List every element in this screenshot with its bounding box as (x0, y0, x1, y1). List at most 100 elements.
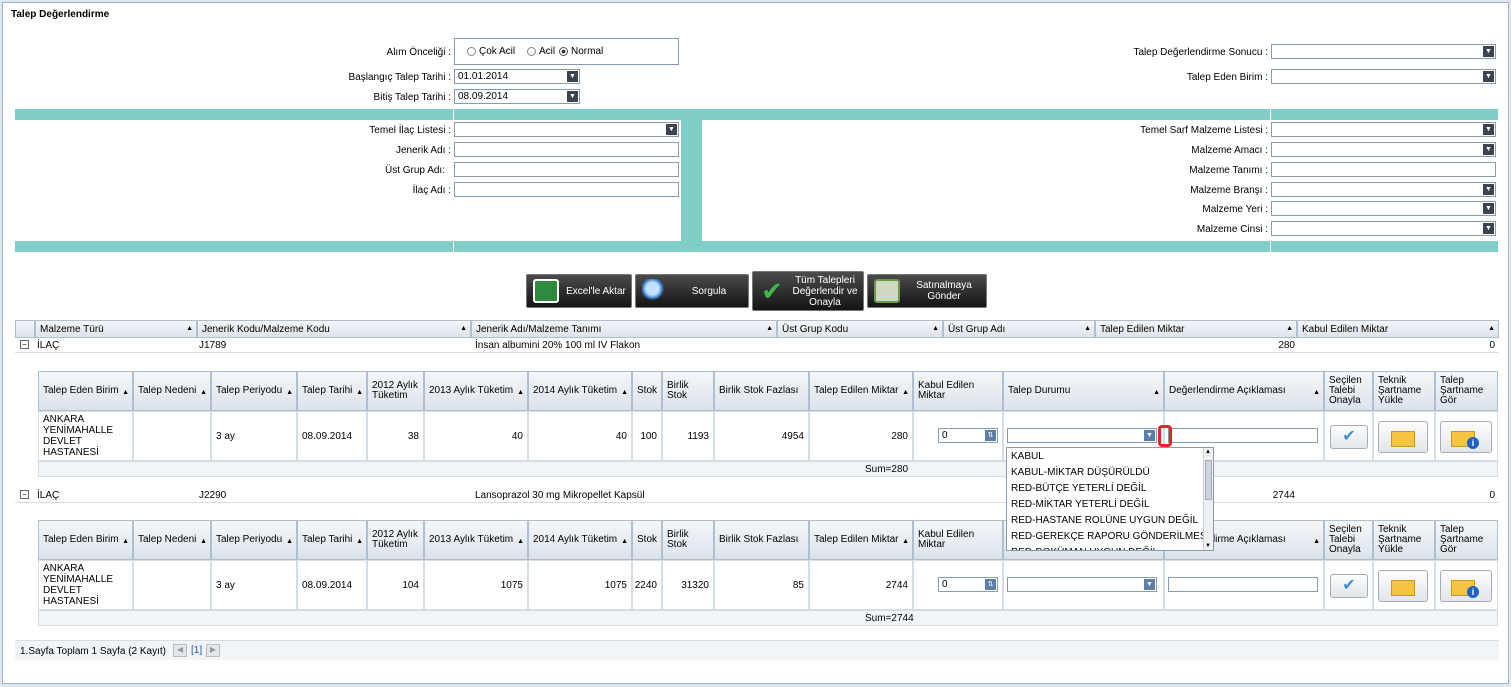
view-folder-info-icon[interactable]: i (1440, 421, 1492, 453)
detail-col-15[interactable]: Teknik Şartname Yükle (1373, 371, 1435, 411)
eden-birim-select[interactable]: ▼ (1271, 69, 1496, 84)
detail-col-9[interactable]: Birlik Stok Fazlası (714, 520, 809, 560)
bitis-date-field[interactable]: 08.09.2014 ▼ (454, 89, 580, 104)
degerlendirme-aciklama-input[interactable] (1168, 577, 1318, 592)
scrollbar[interactable]: ▲ ▼ (1203, 448, 1213, 550)
detail-col-6[interactable]: 2014 Aylık Tüketim ▲ (528, 371, 632, 411)
kabul-miktar-stepper[interactable]: 0 ⇅ (938, 577, 998, 592)
detail-cell-11[interactable]: 0 ⇅ (913, 560, 1003, 610)
malzeme-amaci-select[interactable]: ▼ (1271, 142, 1496, 157)
detail-col-11[interactable]: Kabul Edilen Miktar (913, 520, 1003, 560)
detail-cell-14[interactable]: ✔ (1324, 560, 1373, 610)
detail-cell-15[interactable] (1373, 411, 1435, 461)
detail-col-6[interactable]: 2014 Aylık Tüketim ▲ (528, 520, 632, 560)
collapse-icon[interactable]: − (20, 490, 29, 499)
stepper-icon[interactable]: ⇅ (985, 579, 996, 590)
dropdown-option[interactable]: RED-BÜTÇE YETERLİ DEĞİL (1007, 481, 1203, 497)
detail-cell-13[interactable] (1164, 560, 1324, 610)
detail-cell-16[interactable]: i (1435, 411, 1498, 461)
scroll-down-icon[interactable]: ▼ (1205, 543, 1211, 549)
temel-sarf-select[interactable]: ▼ (1271, 122, 1496, 137)
next-page-icon[interactable]: ▶ (206, 644, 220, 657)
col-jenerik-adi[interactable]: Jenerik Adı/Malzeme Tanımı ▲ (471, 320, 777, 338)
prev-page-icon[interactable]: ◀ (173, 644, 187, 657)
dropdown-option[interactable]: RED-MİKTAR YETERLİ DEĞİL (1007, 497, 1203, 513)
dropdown-option[interactable]: RED-HASTANE ROLÜNE UYGUN DEĞİL (1007, 513, 1203, 529)
collapse-icon[interactable]: − (20, 340, 29, 349)
detail-col-5[interactable]: 2013 Aylık Tüketim ▲ (424, 371, 528, 411)
detail-cell-11[interactable]: 0 ⇅ (913, 411, 1003, 461)
upload-folder-icon[interactable] (1378, 570, 1428, 602)
detail-col-16[interactable]: Talep Şartname Gör (1435, 371, 1498, 411)
detail-cell-14[interactable]: ✔ (1324, 411, 1373, 461)
detail-col-3[interactable]: Talep Tarihi ▲ (297, 371, 367, 411)
detail-col-14[interactable]: Seçilen Talebi Onayla (1324, 371, 1373, 411)
dropdown-option[interactable]: RED-DOKÜMAN UYGUN DEĞİL (1007, 545, 1203, 550)
detail-col-8[interactable]: Birlik Stok (662, 371, 714, 411)
malzeme-tanimi-input[interactable] (1271, 162, 1496, 177)
calendar-icon[interactable]: ▼ (567, 71, 578, 82)
malzeme-yeri-select[interactable]: ▼ (1271, 201, 1496, 216)
approve-check-icon[interactable]: ✔ (1330, 574, 1368, 598)
detail-col-5[interactable]: 2013 Aylık Tüketim ▲ (424, 520, 528, 560)
detail-col-2[interactable]: Talep Periyodu ▲ (211, 371, 297, 411)
detail-col-0[interactable]: Talep Eden Birim ▲ (38, 371, 133, 411)
jenerik-input[interactable] (454, 142, 679, 157)
upload-folder-icon[interactable] (1378, 421, 1428, 453)
detail-col-10[interactable]: Talep Edilen Miktar ▲ (809, 520, 913, 560)
detail-col-0[interactable]: Talep Eden Birim ▲ (38, 520, 133, 560)
view-folder-info-icon[interactable]: i (1440, 570, 1492, 602)
detail-col-9[interactable]: Birlik Stok Fazlası (714, 371, 809, 411)
talep-durumu-dropdown-list[interactable]: KABUL KABUL-MİKTAR DÜŞÜRÜLDÜ RED-BÜTÇE YET… (1006, 447, 1214, 551)
stepper-icon[interactable]: ⇅ (985, 430, 996, 441)
talep-durumu-select[interactable]: ▼ (1007, 428, 1157, 443)
detail-cell-12[interactable]: ▼ (1003, 560, 1164, 610)
page-number-link[interactable]: [1] (191, 645, 202, 656)
col-kabul-edilen[interactable]: Kabul Edilen Miktar ▲ (1297, 320, 1499, 338)
detail-cell-16[interactable]: i (1435, 560, 1498, 610)
radio-normal[interactable]: Normal (559, 46, 603, 57)
detail-col-8[interactable]: Birlik Stok (662, 520, 714, 560)
detail-col-12[interactable]: Talep Durumu▲ (1003, 371, 1164, 411)
group-row-1[interactable]: − İLAÇ J1789 İnsan albumini 20% 100 ml I… (15, 338, 1499, 353)
kabul-miktar-stepper[interactable]: 0 ⇅ (938, 428, 998, 443)
detail-col-15[interactable]: Teknik Şartname Yükle (1373, 520, 1435, 560)
radio-cok-acil[interactable]: Çok Acil (467, 46, 515, 57)
approve-check-icon[interactable]: ✔ (1330, 425, 1368, 449)
ust-grup-input[interactable] (454, 162, 679, 177)
chevron-down-icon[interactable]: ▼ (1144, 430, 1155, 441)
malzeme-bransi-select[interactable]: ▼ (1271, 182, 1496, 197)
radio-acil[interactable]: Acil (527, 46, 555, 57)
col-ust-grup-kodu[interactable]: Üst Grup Kodu ▲ (777, 320, 943, 338)
excel-export-button[interactable]: Excel'le Aktar (526, 274, 632, 308)
col-talep-edilen[interactable]: Talep Edilen Miktar ▲ (1095, 320, 1297, 338)
detail-col-7[interactable]: Stok (632, 371, 662, 411)
baslangic-date-field[interactable]: 01.01.2014 ▼ (454, 69, 580, 84)
tum-talepleri-onayla-button[interactable]: ✔ Tüm Talepleri Değerlendir ve Onayla (752, 271, 864, 311)
detail-col-10[interactable]: Talep Edilen Miktar ▲ (809, 371, 913, 411)
talep-durumu-select[interactable]: ▼ (1007, 577, 1157, 592)
detail-col-1[interactable]: Talep Nedeni ▲ (133, 520, 211, 560)
ilac-adi-input[interactable] (454, 182, 679, 197)
detail-col-3[interactable]: Talep Tarihi ▲ (297, 520, 367, 560)
calendar-icon[interactable]: ▼ (567, 91, 578, 102)
group-row-2[interactable]: − İLAÇ J2290 Lansoprazol 30 mg Mikropell… (15, 488, 1499, 503)
malzeme-cinsi-select[interactable]: ▼ (1271, 221, 1496, 236)
detail-col-2[interactable]: Talep Periyodu ▲ (211, 520, 297, 560)
dropdown-option[interactable]: RED-GEREKÇE RAPORU GÖNDERİLMESİ (1007, 529, 1209, 545)
col-malzeme-turu[interactable]: Malzeme Türü ▲ (35, 320, 197, 338)
detail-col-13[interactable]: Değerlendirme Açıklaması ▲ (1164, 371, 1324, 411)
detail-col-14[interactable]: Seçilen Talebi Onayla (1324, 520, 1373, 560)
chevron-down-icon[interactable]: ▼ (1144, 579, 1155, 590)
satinalmaya-gonder-button[interactable]: Satınalmaya Gönder (867, 274, 987, 308)
detail-col-4[interactable]: 2012 Aylık Tüketim (367, 520, 424, 560)
detail-col-4[interactable]: 2012 Aylık Tüketim (367, 371, 424, 411)
dropdown-option[interactable]: KABUL (1007, 449, 1203, 465)
temel-ilac-select[interactable]: ▼ (454, 122, 679, 137)
scroll-up-icon[interactable]: ▲ (1205, 449, 1211, 455)
detail-col-1[interactable]: Talep Nedeni ▲ (133, 371, 211, 411)
detail-col-11[interactable]: Kabul Edilen Miktar (913, 371, 1003, 411)
detail-col-16[interactable]: Talep Şartname Gör (1435, 520, 1498, 560)
col-jenerik-kodu[interactable]: Jenerik Kodu/Malzeme Kodu ▲ (197, 320, 471, 338)
detail-cell-15[interactable] (1373, 560, 1435, 610)
